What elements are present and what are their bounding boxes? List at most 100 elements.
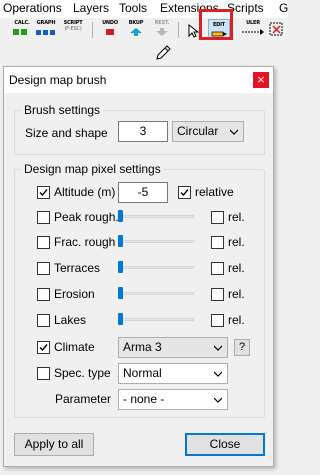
bkup-button[interactable]: BKUP (124, 20, 148, 40)
toolbar: CALC. GRAPH SCRIPT (F-ESC) UNDO BKUP RES… (0, 18, 288, 42)
pointer-button[interactable] (186, 20, 200, 40)
dialog-title: Design map brush (9, 73, 107, 87)
graph-icon (34, 28, 58, 36)
slider-track (118, 292, 194, 295)
lakes-rel-checkbox[interactable] (211, 314, 224, 327)
select-tool-icon (268, 22, 286, 36)
frac-rough-label: Frac. rough (54, 235, 116, 249)
slider-track (118, 266, 194, 269)
toolbar-separator (92, 22, 93, 38)
apply-to-all-button[interactable]: Apply to all (14, 433, 94, 456)
edit-highlight-box (199, 9, 233, 40)
terraces-label: Terraces (54, 261, 101, 275)
chevron-down-icon (214, 371, 222, 377)
ruler-button[interactable]: ULER (240, 20, 266, 40)
terraces-rel-label: rel. (228, 261, 245, 275)
slider-track (118, 215, 194, 218)
lakes-label: Lakes (54, 313, 87, 327)
erosion-label: Erosion (54, 287, 95, 301)
climate-value: Arma 3 (123, 340, 162, 354)
parameter-value: - none - (123, 392, 165, 406)
rest-label: REST. (154, 20, 170, 26)
size-and-shape-label: Size and shape (25, 126, 108, 140)
terraces-checkbox[interactable] (37, 262, 50, 275)
menu-layers[interactable]: Layers (73, 1, 109, 15)
terraces-slider[interactable] (118, 261, 194, 273)
climate-select[interactable]: Arma 3 (118, 337, 228, 358)
peak-rough-rel-label: rel. (228, 210, 245, 224)
script-sub-label: (F-ESC) (64, 26, 82, 32)
slider-track (118, 318, 194, 321)
spec-type-value: Normal (123, 366, 162, 380)
lakes-checkbox[interactable] (37, 314, 50, 327)
spec-type-label: Spec. type (54, 366, 111, 380)
chevron-down-icon (214, 397, 222, 403)
brush-settings-title: Brush settings (22, 103, 103, 117)
close-button[interactable]: Close (185, 433, 265, 456)
undo-label: UNDO (102, 20, 118, 26)
spec-type-checkbox[interactable] (37, 367, 50, 380)
ruler-label: ULER (246, 20, 260, 26)
brush-size-input[interactable]: 3 (118, 121, 168, 142)
bkup-label: BKUP (128, 20, 144, 26)
peak-rough-slider[interactable] (118, 210, 194, 222)
frac-rough-checkbox[interactable] (37, 236, 50, 249)
climate-label: Climate (54, 340, 95, 354)
script-button[interactable]: SCRIPT (F-ESC) (60, 20, 86, 40)
undo-button[interactable]: UNDO (98, 20, 122, 40)
pointer-icon (186, 23, 200, 38)
spec-type-select[interactable]: Normal (118, 363, 228, 384)
erosion-slider[interactable] (118, 287, 194, 299)
pixel-settings-group: Design map pixel settings Altitude (m) -… (14, 162, 265, 418)
peak-rough-checkbox[interactable] (37, 211, 50, 224)
erosion-rel-label: rel. (228, 287, 245, 301)
rest-icon (150, 28, 174, 36)
calc-icon (10, 28, 34, 36)
brush-settings-group: Brush settings Size and shape 3 Circular (14, 103, 265, 155)
pixel-settings-title: Design map pixel settings (22, 162, 163, 176)
brush-shape-value: Circular (177, 124, 219, 138)
frac-rough-slider[interactable] (118, 235, 194, 247)
climate-help-button[interactable]: ? (234, 339, 250, 356)
slider-track (118, 240, 194, 243)
toolbar-separator (178, 22, 179, 38)
brush-shape-select[interactable]: Circular (172, 121, 244, 142)
menu-tools[interactable]: Tools (119, 1, 147, 15)
climate-checkbox[interactable] (37, 341, 50, 354)
parameter-label: Parameter (55, 392, 112, 406)
erosion-rel-checkbox[interactable] (211, 288, 224, 301)
altitude-relative-label: relative (195, 185, 234, 199)
close-icon[interactable]: × (253, 72, 269, 88)
slider-thumb[interactable] (118, 210, 123, 222)
peak-rough-rel-checkbox[interactable] (211, 211, 224, 224)
altitude-input[interactable]: -5 (118, 182, 168, 203)
dialog-titlebar[interactable]: Design map brush × (4, 67, 273, 93)
slider-thumb[interactable] (118, 287, 123, 299)
altitude-checkbox[interactable] (37, 186, 50, 199)
lakes-slider[interactable] (118, 313, 194, 325)
erosion-checkbox[interactable] (37, 288, 50, 301)
calc-button[interactable]: CALC. (10, 20, 34, 40)
terraces-rel-checkbox[interactable] (211, 262, 224, 275)
checkmark-icon (39, 344, 48, 352)
slider-thumb[interactable] (118, 261, 123, 273)
graph-button[interactable]: GRAPH (34, 20, 58, 40)
chevron-down-icon (214, 345, 222, 351)
menu-g[interactable]: G (279, 1, 288, 15)
menu-operations[interactable]: Operations (3, 1, 62, 15)
ruler-icon (240, 28, 266, 36)
graph-label: GRAPH (36, 20, 56, 26)
rest-button[interactable]: REST. (150, 20, 174, 40)
altitude-relative-checkbox[interactable] (178, 186, 191, 199)
frac-rough-rel-label: rel. (228, 235, 245, 249)
select-tool-button[interactable] (268, 20, 286, 40)
parameter-select[interactable]: - none - (118, 389, 228, 410)
altitude-label: Altitude (m) (54, 185, 116, 199)
frac-rough-rel-checkbox[interactable] (211, 236, 224, 249)
slider-thumb[interactable] (118, 313, 123, 325)
slider-thumb[interactable] (118, 235, 123, 247)
chevron-down-icon (230, 129, 238, 135)
peak-rough-label: Peak rough. (54, 210, 119, 224)
lakes-rel-label: rel. (228, 313, 245, 327)
canvas-area[interactable] (0, 42, 288, 64)
